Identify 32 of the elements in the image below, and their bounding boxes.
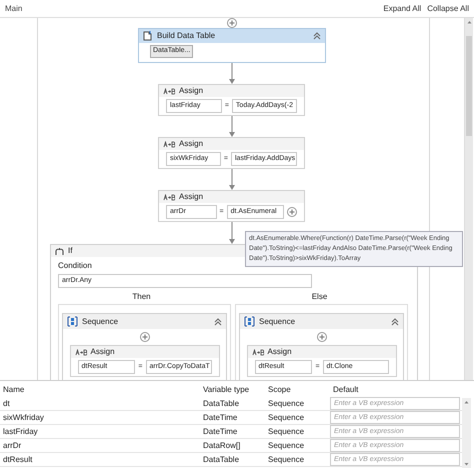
table-cell-text: arrDr [2, 440, 22, 452]
column-header: Default [332, 384, 360, 396]
condition-label: Condition [58, 260, 92, 272]
table-cell-text: DataTable [202, 454, 240, 466]
table-cell-text: lastFriday [2, 426, 39, 438]
table-cell-text: Sequence [267, 398, 306, 410]
activity-title: Assign [90, 346, 115, 358]
table-cell-text: DataRow[] [202, 440, 242, 452]
table-cell-text: DataTable [202, 398, 240, 410]
activity-title: Assign [179, 85, 204, 97]
table-cell-text: sixWkfriday [2, 412, 45, 424]
column-header: Variable type [202, 384, 250, 396]
table-cell-text: DateTime [202, 412, 238, 424]
table-cell-text: Sequence [267, 426, 306, 438]
activity-title: Assign [179, 191, 204, 203]
table-cell-text: Sequence [267, 440, 306, 452]
table-cell-text: Sequence [267, 454, 306, 466]
column-header: Scope [267, 384, 292, 396]
table-cell-text: dtResult [2, 454, 34, 466]
activity-title: If [68, 245, 72, 257]
table-cell-text: DateTime [202, 426, 238, 438]
activity-title: Assign [268, 346, 292, 358]
activity-title: Sequence [82, 316, 120, 328]
activity-title: Sequence [259, 316, 296, 328]
column-header: Name [2, 384, 26, 396]
table-cell-text: dt [2, 398, 11, 410]
branch-label: Then [132, 291, 151, 303]
branch-label: Else [312, 291, 328, 303]
activity-title: Assign [179, 138, 204, 150]
table-cell-text: Sequence [267, 412, 306, 424]
activity-title: Build Data Table [157, 30, 216, 42]
designer-title: Main [5, 2, 22, 14]
